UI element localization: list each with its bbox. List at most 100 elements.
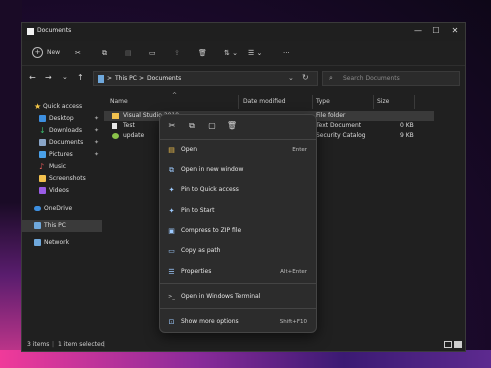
sidebar-item-onedrive[interactable]: OneDrive bbox=[22, 203, 102, 215]
network-icon bbox=[34, 239, 41, 246]
menu-item-pin-quick-access[interactable]: ✦ Pin to Quick access bbox=[160, 182, 316, 198]
text-file-icon bbox=[112, 123, 117, 129]
new-button-label: New bbox=[47, 49, 61, 56]
menu-item-label: Copy as path bbox=[181, 247, 221, 254]
status-divider: | bbox=[103, 341, 106, 348]
rename-icon[interactable]: ▭ bbox=[149, 46, 156, 60]
menu-item-label: Compress to ZIP file bbox=[181, 227, 242, 234]
sidebar-item-music[interactable]: ♪ Music bbox=[22, 161, 102, 173]
column-divider[interactable] bbox=[238, 95, 239, 109]
folder-icon bbox=[112, 113, 119, 119]
column-divider[interactable] bbox=[373, 95, 374, 109]
sidebar-item-pictures[interactable]: Pictures ✦ bbox=[22, 149, 102, 161]
menu-divider bbox=[160, 308, 316, 309]
catalog-icon bbox=[112, 133, 119, 139]
minimize-button[interactable]: — bbox=[408, 25, 428, 37]
delete-icon[interactable]: 🗑 bbox=[226, 120, 238, 132]
sidebar-item-label: Screenshots bbox=[49, 175, 86, 182]
sort-up-icon: ^ bbox=[172, 92, 178, 99]
file-type: File folder bbox=[316, 112, 346, 119]
address-bar[interactable]: > This PC > Documents ⌄ ↻ bbox=[93, 71, 318, 86]
address-dropdown-icon[interactable]: ⌄ bbox=[288, 74, 294, 82]
file-name: update bbox=[123, 132, 145, 139]
pin-icon[interactable]: ✦ bbox=[94, 137, 99, 149]
new-button[interactable]: + New bbox=[32, 46, 60, 60]
column-header-date[interactable]: Date modified bbox=[243, 95, 286, 109]
search-box[interactable]: ⌕ Search Documents bbox=[322, 71, 460, 86]
menu-item-show-more-options[interactable]: ⊡ Show more options Shift+F10 bbox=[160, 314, 316, 330]
navigation-pane: ★ Quick access Desktop ✦ ↓ Downloads ✦ D… bbox=[22, 95, 102, 340]
column-divider[interactable] bbox=[414, 95, 415, 109]
download-icon: ↓ bbox=[39, 126, 46, 135]
status-bar: 3 items | 1 item selected | bbox=[22, 339, 465, 351]
plus-icon: + bbox=[32, 47, 43, 58]
maximize-button[interactable]: ☐ bbox=[426, 25, 446, 37]
column-header-name[interactable]: Name bbox=[110, 95, 128, 109]
menu-item-open[interactable]: ▤ Open Enter bbox=[160, 142, 316, 158]
sidebar-item-network[interactable]: Network bbox=[22, 237, 102, 249]
sidebar-item-label: Videos bbox=[49, 187, 69, 194]
recent-chevron-icon[interactable]: ⌄ bbox=[62, 73, 68, 81]
menu-item-label: Open in new window bbox=[181, 166, 244, 173]
menu-item-copy-path[interactable]: ▭ Copy as path bbox=[160, 243, 316, 259]
column-header-size[interactable]: Size bbox=[377, 95, 389, 109]
pictures-icon bbox=[39, 151, 46, 158]
menu-item-shortcut: Shift+F10 bbox=[279, 319, 307, 325]
chevron-down-icon: ⌄ bbox=[232, 49, 238, 57]
cut-icon[interactable]: ✂ bbox=[166, 120, 178, 132]
window-title: Documents bbox=[37, 27, 72, 34]
title-bar[interactable]: Documents — ☐ ✕ bbox=[22, 23, 465, 41]
sidebar-item-quick-access[interactable]: ★ Quick access bbox=[22, 101, 102, 113]
sort-button[interactable]: ⇅ ⌄ bbox=[224, 46, 238, 60]
sidebar-item-downloads[interactable]: ↓ Downloads ✦ bbox=[22, 125, 102, 137]
selected-count: 1 item selected bbox=[58, 341, 105, 348]
copy-icon[interactable]: ⧉ bbox=[186, 120, 198, 132]
share-icon[interactable]: ⇪ bbox=[174, 46, 180, 60]
sidebar-item-label: This PC bbox=[44, 222, 66, 229]
sidebar-item-label: Music bbox=[49, 163, 67, 170]
cut-icon[interactable]: ✂ bbox=[75, 46, 81, 60]
column-header-type[interactable]: Type bbox=[316, 95, 330, 109]
more-options-button[interactable]: ··· bbox=[283, 46, 290, 60]
up-arrow-icon[interactable]: ↑ bbox=[77, 73, 84, 82]
file-name: Test bbox=[123, 122, 135, 129]
menu-item-pin-start[interactable]: ✦ Pin to Start bbox=[160, 203, 316, 219]
address-row: ← → ⌄ ↑ > This PC > Documents ⌄ ↻ ⌕ Sear… bbox=[22, 66, 465, 92]
sidebar-item-label: Network bbox=[44, 239, 70, 246]
breadcrumb-documents[interactable]: Documents bbox=[147, 75, 181, 82]
sidebar-item-this-pc[interactable]: This PC bbox=[22, 220, 102, 232]
file-type: Text Document bbox=[316, 122, 362, 129]
view-button[interactable]: ☰ ⌄ bbox=[248, 46, 262, 60]
menu-item-windows-terminal[interactable]: >_ Open in Windows Terminal bbox=[160, 289, 316, 305]
paste-icon[interactable]: ▤ bbox=[125, 46, 132, 60]
delete-icon[interactable]: 🗑 bbox=[198, 46, 207, 60]
pin-icon[interactable]: ✦ bbox=[94, 125, 99, 137]
close-button[interactable]: ✕ bbox=[445, 25, 465, 37]
pin-icon[interactable]: ✦ bbox=[94, 149, 99, 161]
back-arrow-icon[interactable]: ← bbox=[29, 73, 36, 82]
tiles-view-icon[interactable] bbox=[454, 341, 462, 348]
breadcrumb-this-pc[interactable]: This PC bbox=[115, 75, 137, 82]
column-divider[interactable] bbox=[312, 95, 313, 109]
document-icon bbox=[39, 139, 46, 146]
rename-icon[interactable]: ▢ bbox=[206, 120, 218, 132]
menu-item-compress-zip[interactable]: ▣ Compress to ZIP file bbox=[160, 223, 316, 239]
sidebar-item-label: Quick access bbox=[43, 103, 83, 110]
details-view-icon[interactable] bbox=[444, 341, 452, 348]
sidebar-item-desktop[interactable]: Desktop ✦ bbox=[22, 113, 102, 125]
videos-icon bbox=[39, 187, 46, 194]
command-bar: + New ✂ ⧉ ▤ ▭ ⇪ 🗑 ⇅ ⌄ ☰ ⌄ ··· bbox=[22, 41, 465, 66]
refresh-icon[interactable]: ↻ bbox=[302, 73, 309, 82]
chevron-down-icon: ⌄ bbox=[256, 49, 263, 57]
sidebar-item-documents[interactable]: Documents ✦ bbox=[22, 137, 102, 149]
copy-icon[interactable]: ⧉ bbox=[102, 46, 107, 60]
pin-icon[interactable]: ✦ bbox=[94, 113, 99, 125]
menu-item-properties[interactable]: ☰ Properties Alt+Enter bbox=[160, 264, 316, 280]
desktop-icon bbox=[39, 115, 46, 122]
pin-icon: ✦ bbox=[168, 207, 175, 215]
forward-arrow-icon[interactable]: → bbox=[45, 73, 52, 82]
sidebar-item-videos[interactable]: Videos bbox=[22, 185, 102, 197]
menu-item-open-new-window[interactable]: ⧉ Open in new window bbox=[160, 162, 316, 178]
open-icon: ▤ bbox=[168, 146, 175, 154]
sidebar-item-screenshots[interactable]: Screenshots bbox=[22, 173, 102, 185]
